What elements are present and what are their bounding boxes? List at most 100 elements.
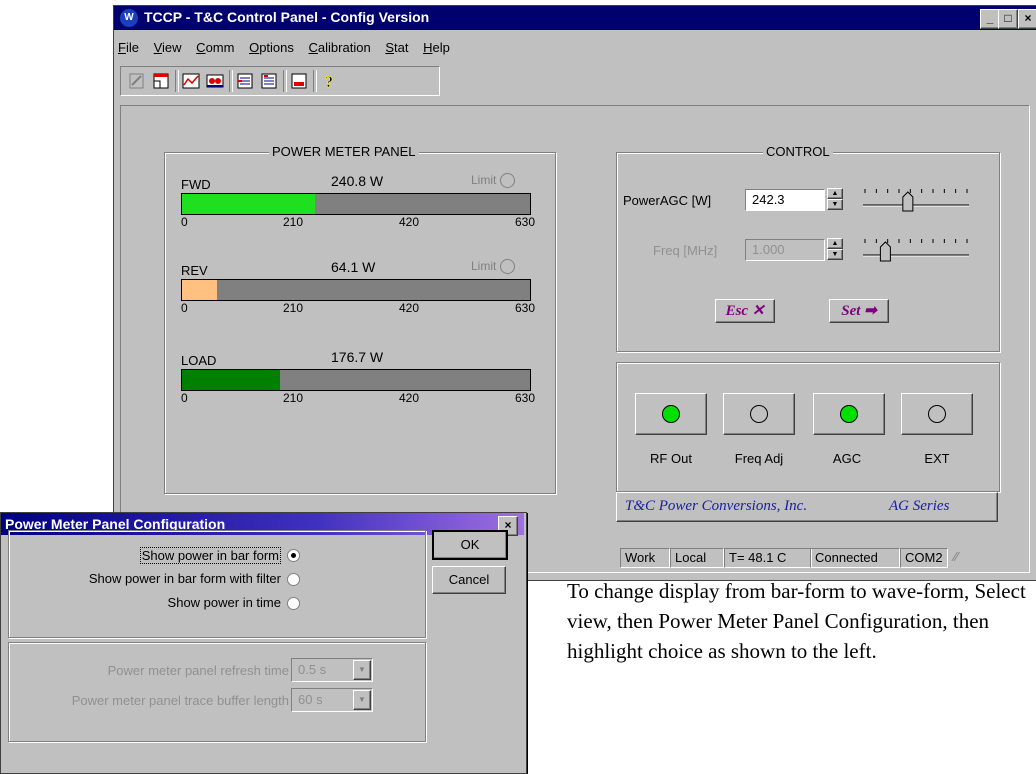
load-meter-label: LOAD bbox=[181, 353, 217, 368]
power-meter-panel: POWER METER PANEL FWD 240.8 W Limit 0 210 420… bbox=[164, 144, 556, 494]
slider-thumb bbox=[902, 191, 914, 212]
menu-help[interactable]: Help bbox=[423, 40, 450, 55]
control-panel: CONTROL PowerAGC [W] 242.3 ▲ ▼ Freq [MHz]… bbox=[616, 144, 1000, 352]
refresh-time-select[interactable]: 0.5 s ▼ bbox=[291, 658, 373, 682]
record-icon[interactable] bbox=[205, 71, 225, 91]
ext-button[interactable] bbox=[901, 393, 973, 435]
export-icon[interactable] bbox=[259, 71, 279, 91]
product-series: AG Series bbox=[889, 498, 950, 514]
power-meter-title: POWER METER PANEL bbox=[269, 144, 419, 159]
status-temperature: T= 48.1 C bbox=[724, 548, 812, 568]
freq-input[interactable]: 1.000 bbox=[745, 239, 825, 261]
cancel-button[interactable]: Cancel bbox=[432, 566, 506, 594]
freq-adj-button[interactable] bbox=[723, 393, 795, 435]
tick-label: 210 bbox=[283, 301, 304, 315]
freq-slider[interactable] bbox=[861, 233, 971, 267]
option-bar-filter-radio[interactable] bbox=[287, 573, 300, 586]
resize-grip-icon[interactable]: ⁄⁄ bbox=[950, 548, 968, 566]
rf-out-button[interactable] bbox=[635, 393, 707, 435]
menu-comm[interactable]: Comm bbox=[196, 40, 234, 55]
rev-power-bar-fill bbox=[182, 280, 218, 300]
rev-meter-label: REV bbox=[181, 263, 208, 278]
fwd-limit-led-icon bbox=[500, 173, 516, 189]
toolbar: ? bbox=[120, 66, 440, 96]
fwd-scale: 0 210 420 630 bbox=[181, 215, 541, 229]
buffer-length-select[interactable]: 60 s ▼ bbox=[291, 688, 373, 712]
set-button[interactable]: Set ➡ bbox=[829, 299, 889, 323]
menu-bar: File View Comm Options Calibration Stat … bbox=[118, 40, 461, 58]
power-agc-input[interactable]: 242.3 bbox=[745, 189, 825, 211]
title-bar[interactable]: W TCCP - T&C Control Panel - Config Vers… bbox=[114, 6, 1036, 30]
tick-label: 630 bbox=[515, 215, 536, 229]
maximize-button[interactable]: □ bbox=[998, 9, 1018, 29]
import-icon[interactable] bbox=[235, 71, 255, 91]
option-time-radio[interactable] bbox=[287, 597, 300, 610]
tick-label: 210 bbox=[283, 215, 304, 229]
fwd-limit-indicator: Limit bbox=[471, 173, 516, 189]
indicator-panel: RF Out Freq Adj AGC EXT bbox=[616, 362, 1000, 492]
option-time-label[interactable]: Show power in time bbox=[168, 595, 281, 610]
load-scale: 0 210 420 630 bbox=[181, 391, 541, 405]
status-port: COM2 bbox=[900, 548, 948, 568]
fwd-power-bar-fill bbox=[182, 194, 315, 214]
power-agc-label: PowerAGC [W] bbox=[623, 193, 712, 208]
menu-options[interactable]: Options bbox=[249, 40, 294, 55]
tick-label: 420 bbox=[399, 391, 420, 405]
ok-button[interactable]: OK bbox=[432, 530, 508, 560]
menu-calibration[interactable]: Calibration bbox=[309, 40, 371, 55]
control-title: CONTROL bbox=[763, 144, 833, 159]
tick-label: 0 bbox=[181, 301, 188, 315]
rev-limit-indicator: Limit bbox=[471, 259, 516, 275]
freq-adj-led-icon bbox=[750, 405, 768, 423]
chevron-down-icon: ▼ bbox=[353, 690, 371, 710]
fwd-meter-value: 240.8 W bbox=[331, 173, 384, 189]
power-agc-slider[interactable] bbox=[861, 183, 971, 217]
fwd-meter-label: FWD bbox=[181, 177, 211, 192]
freq-spinner[interactable]: ▲ ▼ bbox=[827, 238, 843, 260]
ext-label: EXT bbox=[924, 451, 950, 466]
agc-button[interactable] bbox=[813, 393, 885, 435]
rev-power-bar bbox=[181, 279, 531, 301]
tick-label: 210 bbox=[283, 391, 304, 405]
ext-led-icon bbox=[928, 405, 946, 423]
load-power-bar-fill bbox=[182, 370, 280, 390]
option-bar-form-label[interactable]: Show power in bar form bbox=[139, 547, 281, 564]
minimize-button[interactable]: _ bbox=[980, 9, 1000, 29]
buffer-length-label: Power meter panel trace buffer length bbox=[71, 693, 289, 708]
esc-button[interactable]: Esc ✕ bbox=[715, 299, 775, 323]
agc-led-icon bbox=[840, 405, 858, 423]
freq-adj-label: Freq Adj bbox=[734, 451, 784, 466]
instruction-caption: To change display from bar-form to wave-… bbox=[567, 579, 1026, 663]
menu-view[interactable]: View bbox=[154, 40, 182, 55]
rf-out-label: RF Out bbox=[650, 451, 692, 466]
tick-label: 420 bbox=[399, 301, 420, 315]
tick-label: 630 bbox=[515, 391, 536, 405]
rev-meter-value: 64.1 W bbox=[331, 259, 376, 275]
rf-out-led-icon bbox=[662, 405, 680, 423]
status-connection: Connected bbox=[810, 548, 900, 568]
app-logo-icon: W bbox=[120, 9, 138, 27]
fwd-power-bar bbox=[181, 193, 531, 215]
menu-stat[interactable]: Stat bbox=[385, 40, 408, 55]
graph-icon[interactable] bbox=[181, 71, 201, 91]
status-location: Local bbox=[670, 548, 724, 568]
power-agc-spinner[interactable]: ▲ ▼ bbox=[827, 188, 843, 210]
tick-label: 0 bbox=[181, 391, 188, 405]
close-button[interactable]: × bbox=[1018, 9, 1036, 29]
window-title: TCCP - T&C Control Panel - Config Versio… bbox=[144, 9, 430, 25]
edit-icon[interactable] bbox=[127, 71, 147, 91]
refresh-time-label: Power meter panel refresh time bbox=[107, 663, 289, 678]
rev-scale: 0 210 420 630 bbox=[181, 301, 541, 315]
option-bar-filter-label[interactable]: Show power in bar form with filter bbox=[89, 571, 281, 586]
window-icon[interactable] bbox=[151, 71, 171, 91]
option-bar-form-radio[interactable] bbox=[287, 549, 300, 562]
menu-file[interactable]: File bbox=[118, 40, 139, 55]
freq-label: Freq [MHz] bbox=[653, 243, 718, 258]
main-window: W TCCP - T&C Control Panel - Config Vers… bbox=[113, 5, 1036, 581]
tick-label: 420 bbox=[399, 215, 420, 229]
status-mode: Work bbox=[620, 548, 670, 568]
load-power-bar bbox=[181, 369, 531, 391]
help-icon[interactable]: ? bbox=[319, 71, 339, 92]
company-banner: T&C Power Conversions, Inc. AG Series bbox=[616, 492, 998, 522]
panel-icon[interactable] bbox=[289, 71, 309, 91]
